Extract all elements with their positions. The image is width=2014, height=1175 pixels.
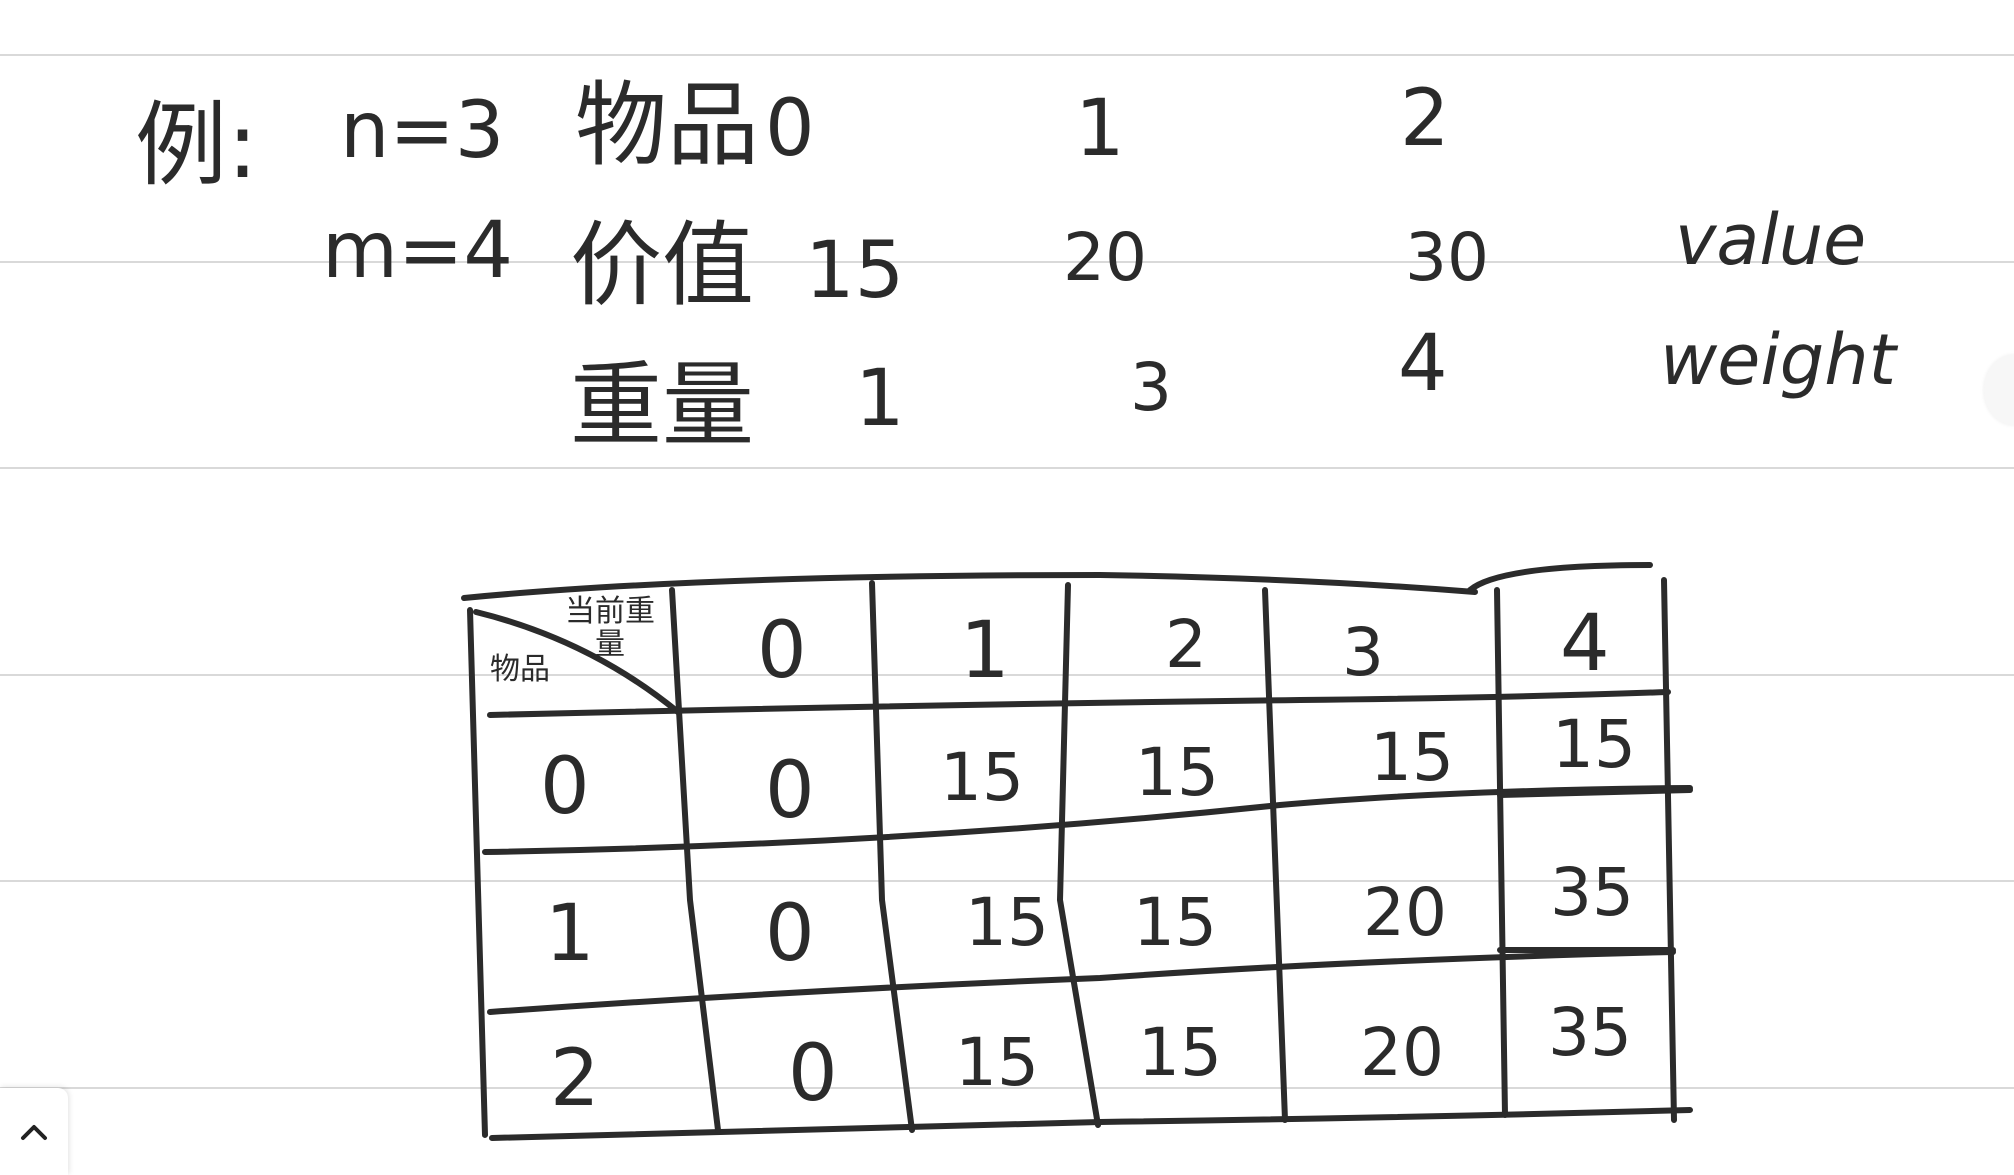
col-header-4: 4 — [1560, 599, 1610, 689]
cell-0-0: 0 — [765, 746, 815, 836]
row-item-0: 0 — [540, 742, 590, 832]
notebook-page: 例: n=3 m=4 物品 0 1 2 价值 15 20 30 value 重量… — [0, 0, 2014, 1175]
cell-0-4: 15 — [1552, 706, 1636, 783]
cell-1-0: 0 — [765, 889, 815, 979]
cell-1-2: 15 — [1133, 884, 1217, 961]
col-header-1: 1 — [960, 606, 1010, 696]
cell-1-3: 20 — [1363, 874, 1447, 951]
dp-table-grid — [461, 562, 1693, 1141]
cell-0-1: 15 — [940, 739, 1024, 816]
cell-1-1: 15 — [965, 884, 1049, 961]
cell-2-0: 0 — [788, 1029, 838, 1119]
collapse-button[interactable] — [0, 1088, 68, 1175]
cell-2-2: 15 — [1138, 1014, 1222, 1091]
cell-0-3: 15 — [1370, 719, 1454, 796]
col-header-0: 0 — [757, 606, 807, 696]
col-header-3: 3 — [1342, 614, 1384, 691]
cell-0-2: 15 — [1135, 734, 1219, 811]
cell-2-1: 15 — [955, 1024, 1039, 1101]
corner-header-top: 当前重量 — [565, 594, 655, 662]
corner-header-bottom: 物品 — [490, 652, 550, 687]
col-header-2: 2 — [1165, 606, 1207, 683]
row-item-2: 2 — [550, 1034, 600, 1124]
cell-2-3: 20 — [1360, 1014, 1444, 1091]
cell-1-4: 35 — [1550, 854, 1634, 931]
cell-2-4: 35 — [1548, 994, 1632, 1071]
chevron-up-icon — [21, 1124, 47, 1140]
row-item-1: 1 — [545, 889, 595, 979]
